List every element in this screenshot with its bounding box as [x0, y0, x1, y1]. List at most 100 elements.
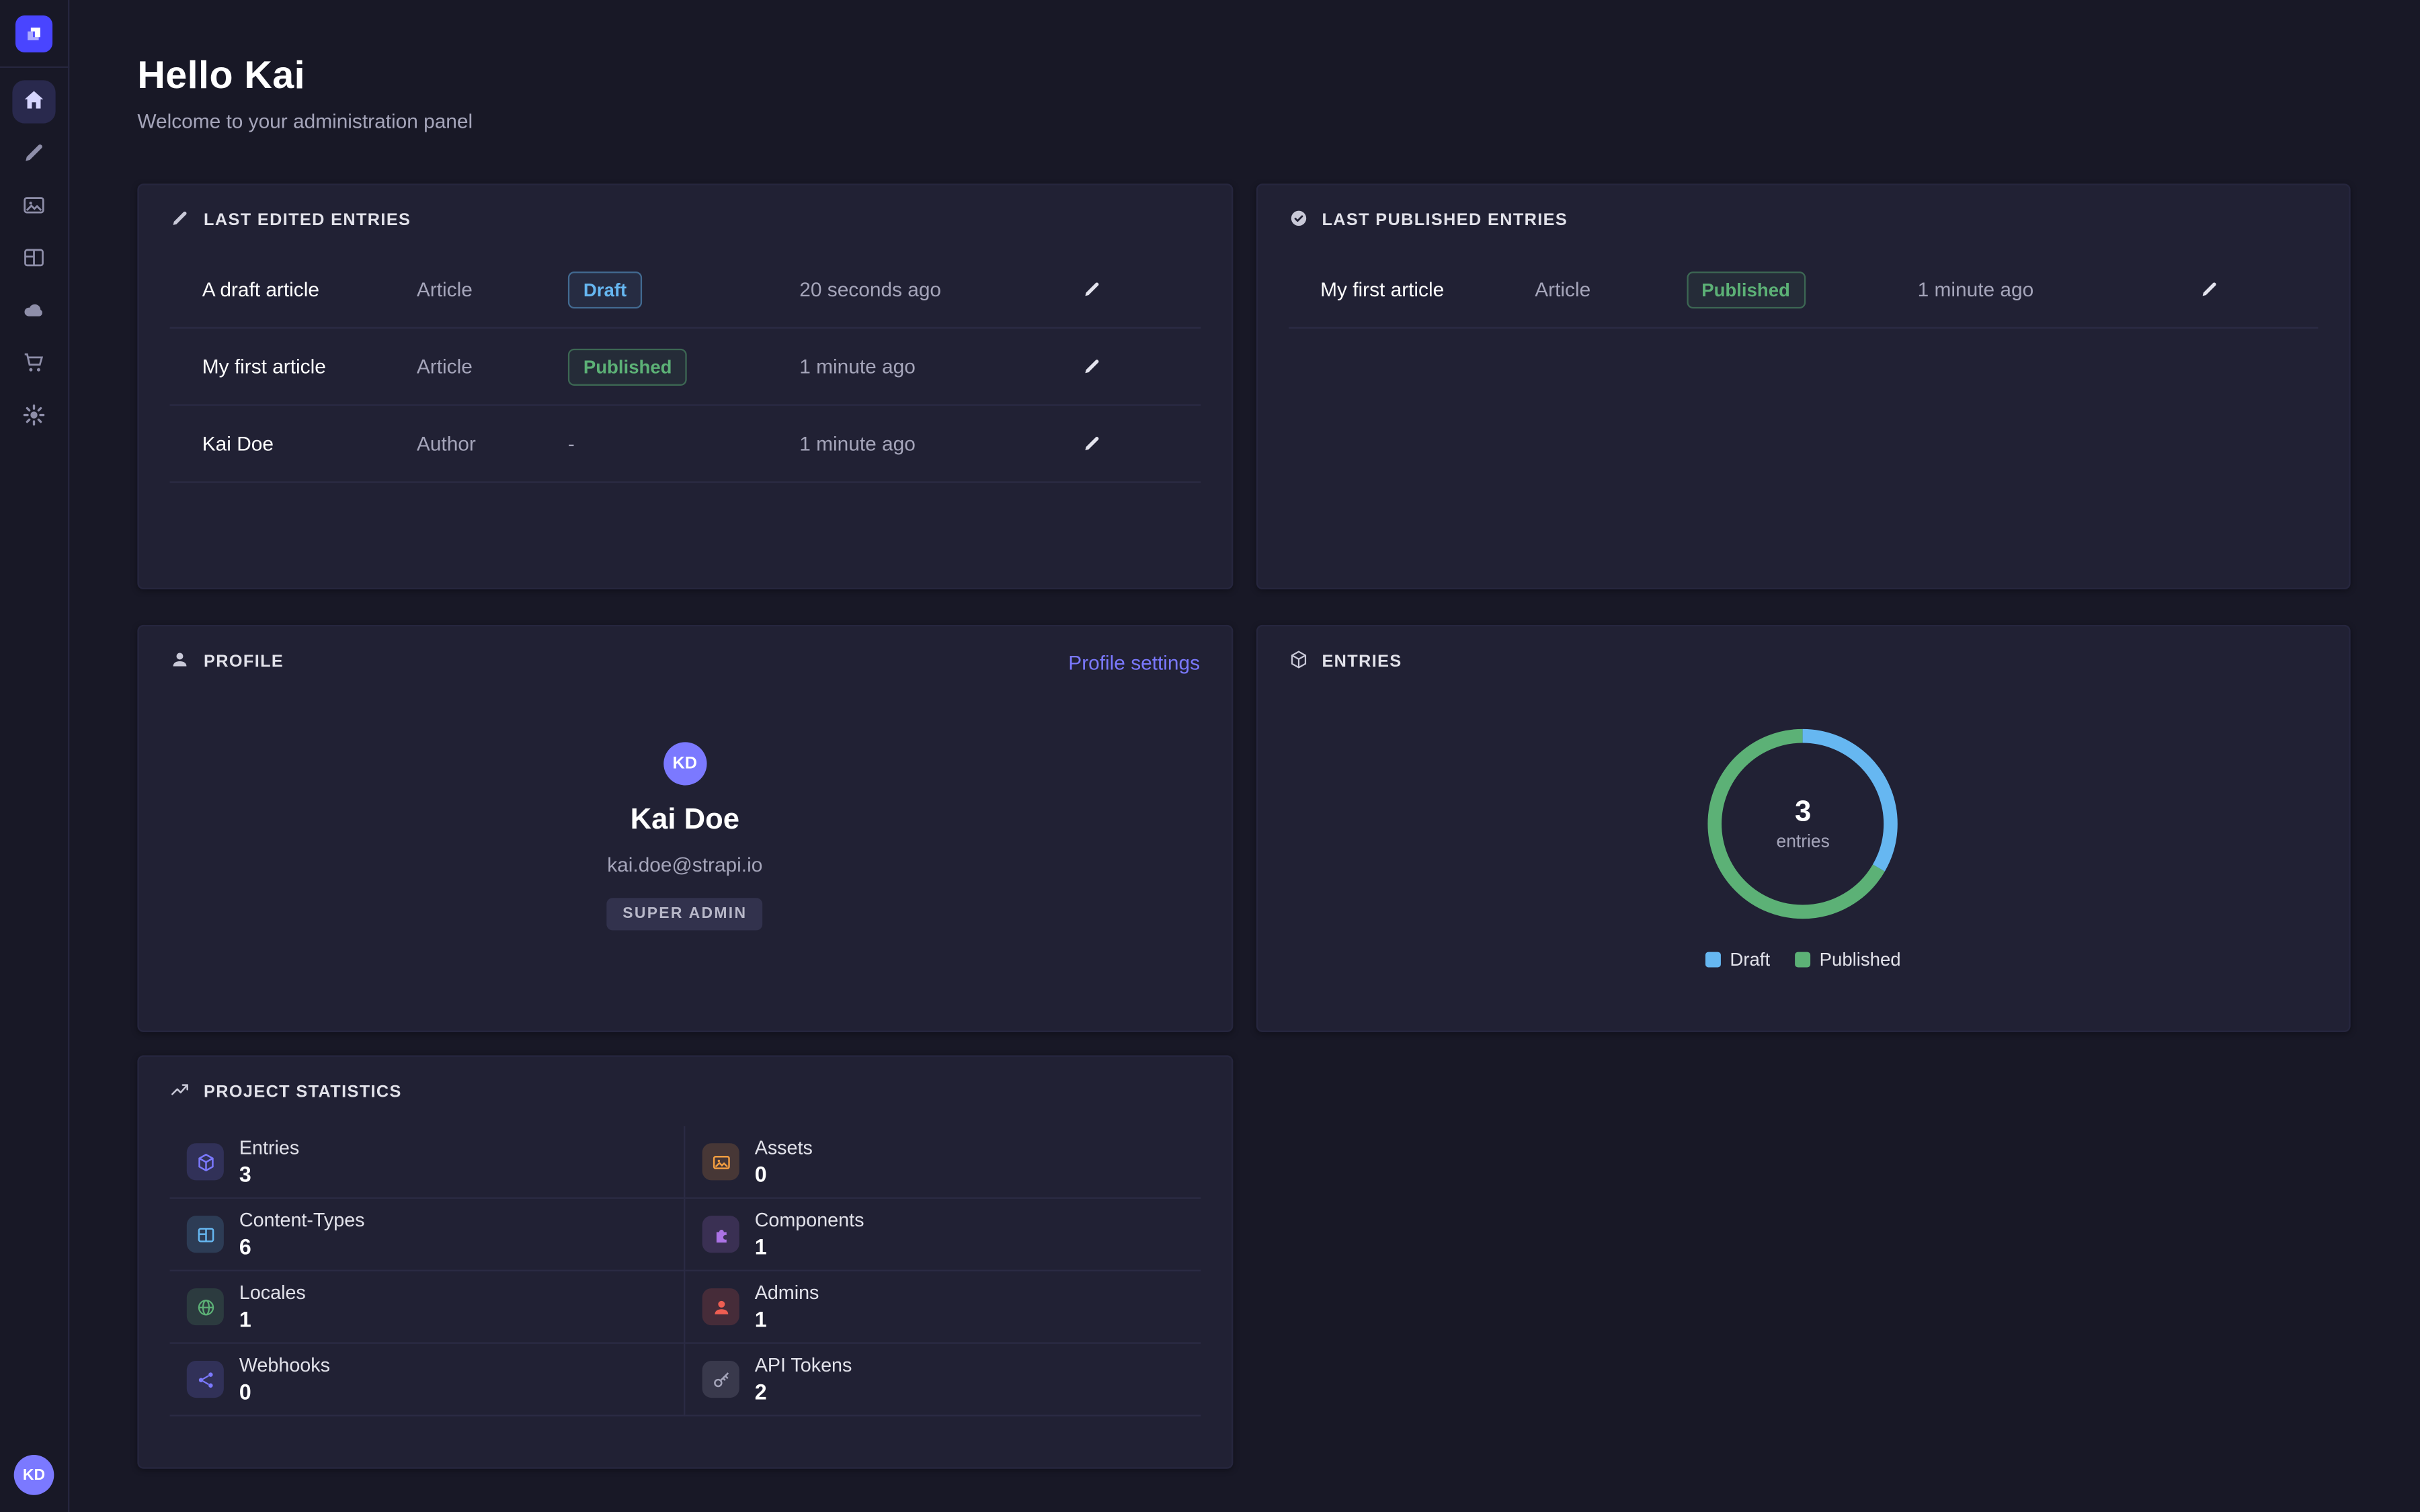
stat-api-tokens: API Tokens2	[685, 1344, 1201, 1417]
stat-components: Components 1	[685, 1199, 1201, 1271]
table-row: A draft article Article Draft 20 seconds…	[170, 251, 1201, 329]
dashboard-cards: LAST EDITED ENTRIES A draft article Arti…	[137, 183, 2350, 1468]
status-empty: -	[568, 431, 575, 454]
entry-status-cell: Draft	[568, 271, 799, 308]
content-type-builder-layout-icon	[22, 245, 46, 274]
table-row: My first article Article Published 1 min…	[1288, 251, 2318, 329]
last-published-entries-card: LAST PUBLISHED ENTRIES My first article …	[1256, 183, 2351, 589]
profile-settings-link[interactable]: Profile settings	[1068, 650, 1200, 673]
stat-value: 0	[755, 1162, 813, 1187]
entries-card: ENTRIES 3	[1256, 625, 2351, 1032]
strapi-logo[interactable]	[0, 0, 69, 68]
stat-label: Webhooks	[239, 1355, 330, 1376]
table-row: My first article Article Published 1 min…	[170, 329, 1201, 406]
profile-email: kai.doe@strapi.io	[607, 853, 762, 876]
admin-dashboard: KD Hello Kai Welcome to your administrat…	[0, 0, 2420, 1512]
admins-user-icon	[702, 1288, 739, 1325]
marketplace-cart-icon	[22, 349, 46, 379]
donut-center: 3 entries	[1706, 726, 1900, 921]
entry-type: Article	[1535, 278, 1686, 300]
entry-type: Article	[417, 355, 568, 378]
webhooks-nodes-icon	[187, 1361, 224, 1398]
strapi-logo-icon	[15, 15, 52, 52]
last-published-title: LAST PUBLISHED ENTRIES	[1288, 208, 1568, 233]
legend-item-published: Published	[1795, 949, 1901, 970]
settings-gear-icon	[22, 402, 46, 431]
stat-value: 1	[755, 1307, 819, 1332]
cards-row-2: PROFILE Profile settings KD Kai Doe kai.…	[137, 625, 2350, 1032]
legend-label: Draft	[1730, 949, 1770, 970]
profile-body: KD Kai Doe kai.doe@strapi.io SUPER ADMIN	[139, 687, 1231, 931]
deploy-cloud-icon	[22, 297, 46, 327]
profile-card: PROFILE Profile settings KD Kai Doe kai.…	[137, 625, 1232, 1032]
project-statistics-title: PROJECT STATISTICS	[170, 1080, 402, 1105]
components-puzzle-icon	[702, 1216, 739, 1253]
home-icon	[22, 87, 46, 117]
stat-webhooks: Webhooks0	[170, 1344, 686, 1417]
pencil-icon	[1081, 356, 1101, 376]
sidebar-item-marketplace[interactable]	[12, 343, 55, 386]
sidebar-user-avatar[interactable]: KD	[14, 1455, 54, 1495]
pencil-icon	[1081, 433, 1101, 454]
stats-grid: Entries3 Assets0 Content-Types6	[170, 1126, 1201, 1417]
profile-avatar: KD	[663, 742, 707, 785]
card-title-text: ENTRIES	[1322, 653, 1402, 671]
entries-box-icon	[187, 1143, 224, 1180]
sidebar-item-deploy[interactable]	[12, 290, 55, 333]
entry-time: 1 minute ago	[799, 355, 1075, 378]
last-published-table: My first article Article Published 1 min…	[1288, 251, 2318, 329]
project-statistics-card: PROJECT STATISTICS Entries3 Assets 0	[137, 1055, 1233, 1468]
stat-label: Locales	[239, 1282, 306, 1304]
card-header: LAST EDITED ENTRIES	[139, 185, 1231, 246]
entry-status-cell: Published	[1686, 271, 1917, 308]
edit-entry-button[interactable]	[1075, 273, 1107, 305]
stat-label: Assets	[755, 1137, 813, 1159]
cards-row-3: PROJECT STATISTICS Entries3 Assets 0	[137, 1055, 2350, 1468]
entry-status-cell: Published	[568, 348, 799, 385]
edit-entry-button[interactable]	[1075, 350, 1107, 382]
status-badge: Published	[568, 348, 688, 385]
card-title-text: LAST EDITED ENTRIES	[204, 212, 411, 230]
media-library-image-icon	[22, 192, 46, 222]
pencil-icon	[1081, 280, 1101, 300]
legend-swatch	[1795, 952, 1810, 968]
entries-total-label: entries	[1777, 833, 1830, 852]
card-title-text: PROFILE	[204, 653, 284, 671]
content-types-layout-icon	[187, 1216, 224, 1253]
page-title: Hello Kai	[137, 54, 2350, 99]
entry-name: Kai Doe	[202, 432, 417, 455]
stat-entries: Entries3	[170, 1126, 686, 1199]
stat-value: 1	[755, 1234, 864, 1259]
edit-entry-button[interactable]	[2193, 273, 2225, 305]
sidebar: KD	[0, 0, 69, 1512]
stat-label: API Tokens	[755, 1355, 852, 1376]
card-title-text: PROJECT STATISTICS	[204, 1083, 402, 1102]
sidebar-item-media-library[interactable]	[12, 185, 55, 228]
stat-value: 6	[239, 1234, 365, 1259]
stat-locales: Locales 1	[170, 1271, 686, 1344]
entries-title: ENTRIES	[1288, 650, 1402, 675]
entry-name: A draft article	[202, 278, 417, 300]
last-edited-title: LAST EDITED ENTRIES	[170, 208, 411, 233]
sidebar-item-content-type-builder[interactable]	[12, 238, 55, 281]
api-tokens-key-icon	[702, 1361, 739, 1398]
stat-label: Entries	[239, 1137, 299, 1159]
card-header: PROFILE Profile settings	[139, 626, 1231, 687]
entry-type: Article	[417, 278, 568, 300]
entry-name: My first article	[1320, 278, 1535, 300]
status-badge: Draft	[568, 271, 642, 308]
table-row: Kai Doe Author - 1 minute ago	[170, 406, 1201, 483]
stat-value: 1	[239, 1307, 306, 1332]
sidebar-item-home[interactable]	[12, 80, 55, 123]
sidebar-item-content-manager[interactable]	[12, 132, 55, 175]
edit-entry-button[interactable]	[1075, 427, 1107, 460]
legend-item-draft: Draft	[1705, 949, 1770, 970]
content-manager-pen-icon	[22, 140, 46, 169]
user-icon	[170, 650, 190, 675]
pencil-icon	[2200, 280, 2220, 300]
legend-label: Published	[1820, 949, 1901, 970]
entries-donut-chart: 3 entries	[1706, 726, 1900, 921]
sidebar-item-settings[interactable]	[12, 395, 55, 438]
sidebar-nav	[12, 68, 55, 438]
stat-label: Components	[755, 1210, 864, 1231]
